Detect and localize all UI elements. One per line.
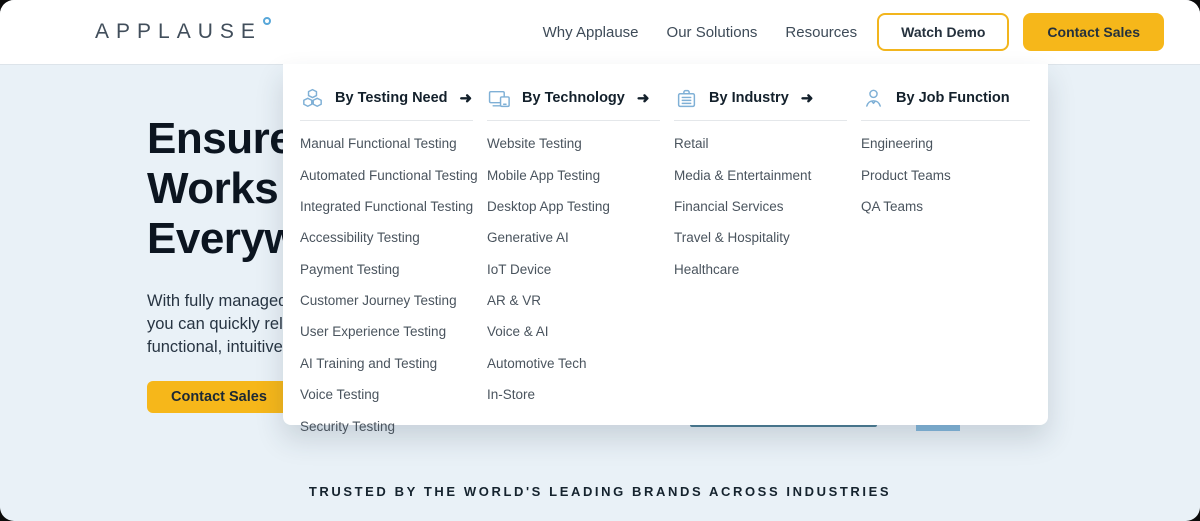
arrow-right-icon: ➜	[801, 89, 814, 107]
person-icon	[861, 86, 886, 110]
main-nav: Why Applause Our Solutions Resources Wat…	[543, 13, 1164, 51]
nav-link-why-applause[interactable]: Why Applause	[543, 24, 639, 41]
menu-column-industry: By Industry ➜ RetailMedia & Entertainmen…	[674, 80, 861, 403]
menu-item[interactable]: Voice Testing	[300, 379, 473, 410]
menu-item[interactable]: Payment Testing	[300, 254, 473, 285]
menu-item[interactable]: QA Teams	[861, 191, 1030, 222]
menu-item[interactable]: Security Testing	[300, 410, 473, 441]
menu-column-title: By Technology	[522, 90, 625, 106]
menu-column-title: By Testing Need	[335, 90, 448, 106]
page: Ensure Your App Works Flawlessly Everywh…	[0, 0, 1200, 521]
menu-item-list: Manual Functional TestingAutomated Funct…	[300, 128, 473, 442]
menu-item[interactable]: Automated Functional Testing	[300, 159, 473, 190]
menu-item[interactable]: In-Store	[487, 379, 660, 410]
menu-item-list: RetailMedia & EntertainmentFinancial Ser…	[674, 128, 847, 285]
nav-link-our-solutions[interactable]: Our Solutions	[667, 24, 758, 41]
menu-item[interactable]: Media & Entertainment	[674, 159, 847, 190]
menu-column-title: By Industry	[709, 90, 789, 106]
arrow-right-icon: ➜	[460, 89, 473, 107]
menu-item[interactable]: User Experience Testing	[300, 316, 473, 347]
menu-column-technology: By Technology ➜ Website TestingMobile Ap…	[487, 80, 674, 403]
menu-item[interactable]: Financial Services	[674, 191, 847, 222]
menu-column-job-function: By Job Function EngineeringProduct Teams…	[861, 80, 1030, 403]
solutions-mega-menu: By Testing Need ➜ Manual Functional Test…	[283, 64, 1048, 425]
trusted-banner: TRUSTED BY THE WORLD'S LEADING BRANDS AC…	[0, 484, 1200, 499]
logo-circle-icon	[263, 17, 271, 25]
menu-item[interactable]: Retail	[674, 128, 847, 159]
menu-item[interactable]: Engineering	[861, 128, 1030, 159]
menu-item[interactable]: Integrated Functional Testing	[300, 191, 473, 222]
menu-column-title: By Job Function	[896, 90, 1010, 106]
top-navigation-bar: APPLAUSE Why Applause Our Solutions Reso…	[0, 0, 1200, 64]
menu-item[interactable]: Accessibility Testing	[300, 222, 473, 253]
watch-demo-button[interactable]: Watch Demo	[877, 13, 1009, 51]
logo-text: APPLAUSE	[95, 20, 262, 44]
menu-item[interactable]: Mobile App Testing	[487, 159, 660, 190]
menu-item[interactable]: AR & VR	[487, 285, 660, 316]
menu-item-list: Website TestingMobile App TestingDesktop…	[487, 128, 660, 410]
menu-item[interactable]: Voice & AI	[487, 316, 660, 347]
menu-item[interactable]: IoT Device	[487, 254, 660, 285]
menu-item[interactable]: Website Testing	[487, 128, 660, 159]
briefcase-icon	[674, 86, 699, 110]
menu-item[interactable]: Healthcare	[674, 254, 847, 285]
arrow-right-icon: ➜	[637, 89, 650, 107]
applause-logo[interactable]: APPLAUSE	[95, 20, 271, 44]
menu-item[interactable]: AI Training and Testing	[300, 348, 473, 379]
cubes-icon	[300, 86, 325, 110]
menu-item[interactable]: Manual Functional Testing	[300, 128, 473, 159]
menu-column-header-job-function[interactable]: By Job Function	[861, 80, 1030, 121]
menu-item[interactable]: Generative AI	[487, 222, 660, 253]
menu-column-header-technology[interactable]: By Technology ➜	[487, 80, 660, 121]
menu-item[interactable]: Customer Journey Testing	[300, 285, 473, 316]
contact-sales-button[interactable]: Contact Sales	[1023, 13, 1164, 51]
nav-link-resources[interactable]: Resources	[785, 24, 857, 41]
menu-item-list: EngineeringProduct TeamsQA Teams	[861, 128, 1030, 222]
hero-contact-sales-button[interactable]: Contact Sales	[147, 381, 291, 413]
menu-column-header-testing-need[interactable]: By Testing Need ➜	[300, 80, 473, 121]
menu-item[interactable]: Travel & Hospitality	[674, 222, 847, 253]
menu-item[interactable]: Product Teams	[861, 159, 1030, 190]
menu-column-header-industry[interactable]: By Industry ➜	[674, 80, 847, 121]
menu-column-testing-need: By Testing Need ➜ Manual Functional Test…	[300, 80, 487, 403]
menu-item[interactable]: Automotive Tech	[487, 348, 660, 379]
menu-item[interactable]: Desktop App Testing	[487, 191, 660, 222]
devices-icon	[487, 86, 512, 110]
